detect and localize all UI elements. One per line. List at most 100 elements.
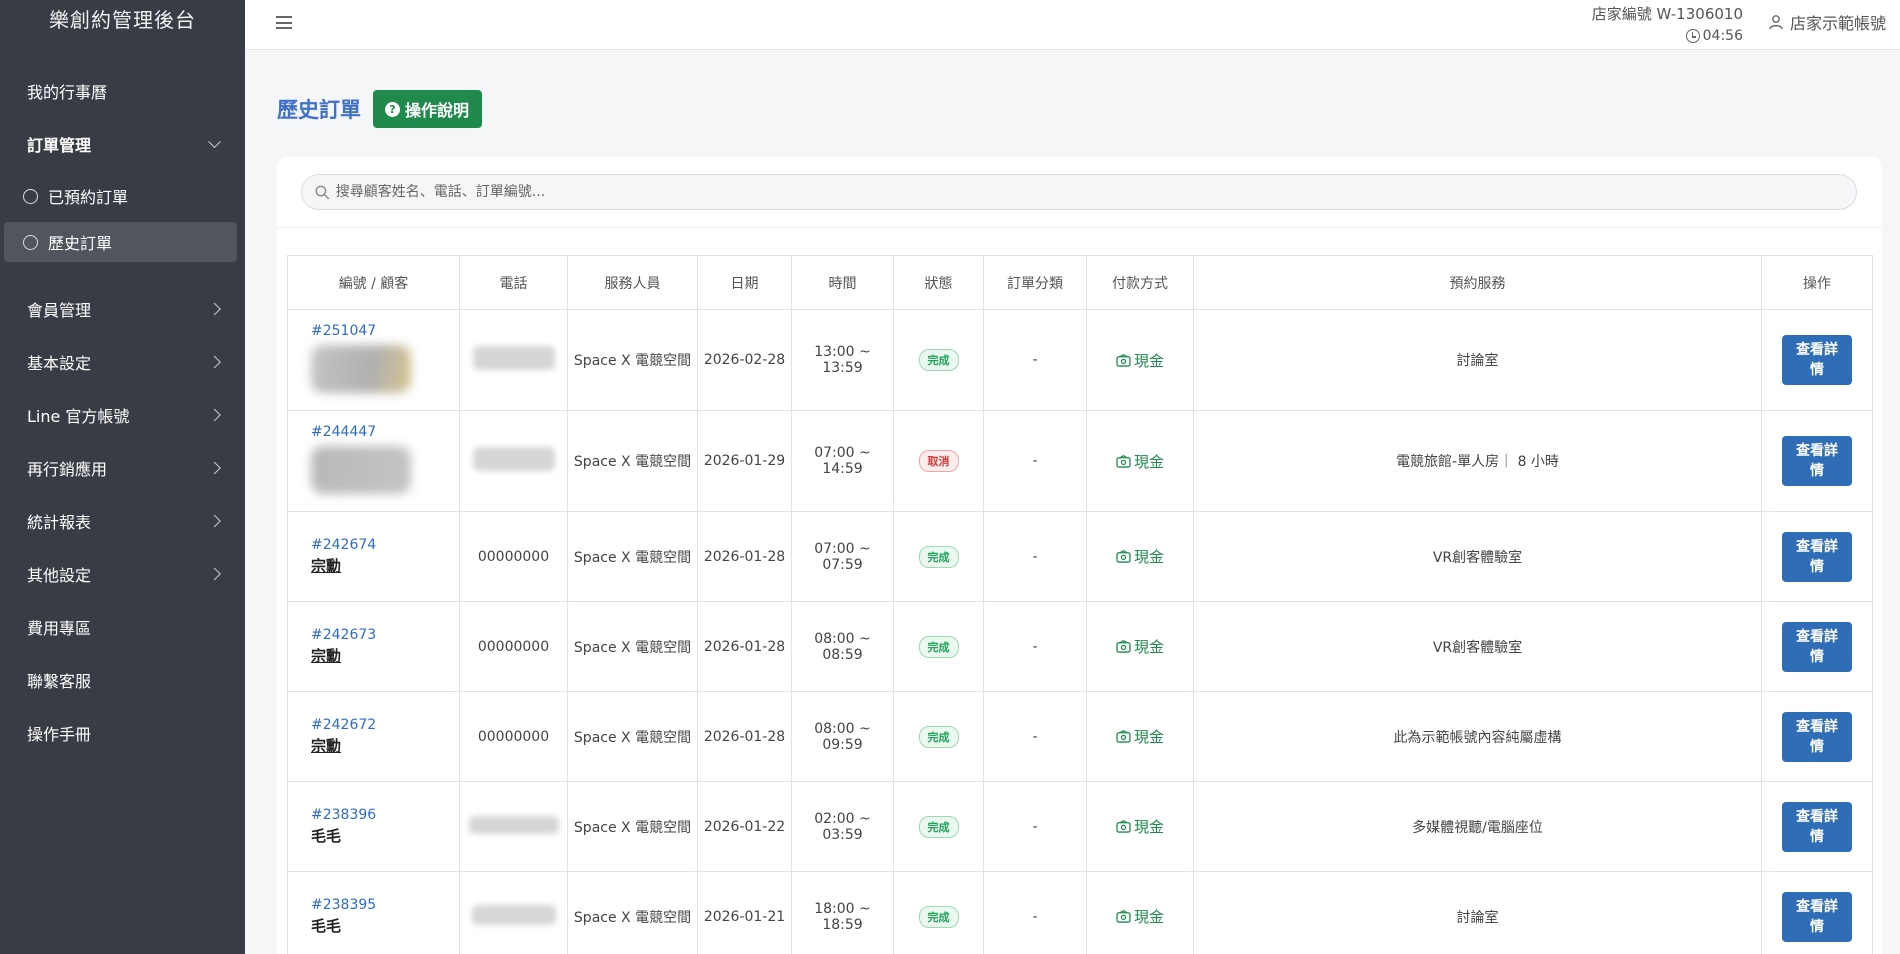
order-cell: #244447 bbox=[287, 410, 460, 512]
payment-method: 現金 bbox=[1116, 906, 1164, 927]
payment-label: 現金 bbox=[1133, 548, 1164, 566]
order-cell: #242674 宗勳 bbox=[287, 511, 460, 602]
payment-method: 現金 bbox=[1116, 350, 1164, 371]
view-details-button[interactable]: 查看詳情 bbox=[1782, 531, 1852, 582]
sidebar-item-label: 會員管理 bbox=[27, 300, 92, 320]
date-cell: 2026-01-28 bbox=[697, 691, 792, 782]
time-cell: 08:00 ~ 09:59 bbox=[791, 691, 894, 782]
sidebar-item-contact-support[interactable]: 聯繫客服 bbox=[0, 653, 245, 706]
redacted-customer bbox=[311, 345, 411, 393]
table-row: #238396 毛毛 Space X 電競空間 2026-01-22 02:00 … bbox=[287, 781, 1873, 872]
column-header: 付款方式 bbox=[1086, 255, 1194, 310]
view-details-button[interactable]: 查看詳情 bbox=[1782, 711, 1852, 762]
category-cell: - bbox=[983, 691, 1087, 782]
shop-id: 店家編號 W-1306010 bbox=[1591, 5, 1743, 23]
sidebar-item-label: 我的行事曆 bbox=[27, 82, 108, 102]
sidebar-item-label: 操作手冊 bbox=[27, 724, 92, 744]
payment-cell: 現金 bbox=[1086, 410, 1194, 512]
circle-icon bbox=[23, 188, 38, 204]
service-cell: 電競旅館-單人房｜ 8 小時 bbox=[1193, 410, 1762, 512]
view-details-button[interactable]: 查看詳情 bbox=[1782, 335, 1852, 385]
date-cell: 2026-02-28 bbox=[697, 309, 792, 411]
payment-cell: 現金 bbox=[1086, 871, 1194, 954]
page-title: 歷史訂單 bbox=[277, 98, 361, 122]
date-cell: 2026-01-28 bbox=[697, 601, 792, 692]
payment-method: 現金 bbox=[1116, 546, 1164, 567]
column-header: 編號 / 顧客 bbox=[287, 255, 460, 310]
staff-cell: Space X 電競空間 bbox=[567, 691, 698, 782]
order-cell: #251047 bbox=[287, 309, 460, 411]
app-title: 樂創約管理後台 bbox=[49, 8, 196, 32]
account-menu[interactable]: 店家示範帳號 bbox=[1768, 10, 1886, 34]
redacted-phone bbox=[472, 346, 555, 370]
sidebar-item-billing[interactable]: 費用專區 bbox=[0, 600, 245, 653]
order-number-link[interactable]: #242672 bbox=[311, 717, 459, 733]
sidebar-item-manual[interactable]: 操作手冊 bbox=[0, 706, 245, 759]
sidebar-item-label: 再行銷應用 bbox=[27, 459, 108, 479]
service-cell: VR創客體驗室 bbox=[1193, 601, 1762, 692]
order-number-link[interactable]: #242673 bbox=[311, 627, 459, 643]
order-number-link[interactable]: #238395 bbox=[311, 897, 459, 913]
sidebar-item-remarketing[interactable]: 再行銷應用 bbox=[0, 441, 245, 494]
top-bar: 店家編號 W-1306010 04:56 店家示範帳號 bbox=[245, 0, 1900, 50]
search-input[interactable] bbox=[335, 184, 1856, 200]
sidebar-item-line-official[interactable]: Line 官方帳號 bbox=[0, 388, 245, 441]
sidebar-item-members[interactable]: 會員管理 bbox=[0, 282, 245, 335]
view-details-button[interactable]: 查看詳情 bbox=[1782, 621, 1852, 672]
order-number-link[interactable]: #238396 bbox=[311, 807, 459, 823]
category-cell: - bbox=[983, 781, 1087, 872]
status-cell: 取消 bbox=[893, 410, 984, 512]
sidebar-item-history-orders[interactable]: 歷史訂單 bbox=[4, 222, 237, 262]
staff-cell: Space X 電競空間 bbox=[567, 511, 698, 602]
sidebar-item-label: 聯繫客服 bbox=[27, 671, 92, 691]
view-details-button[interactable]: 查看詳情 bbox=[1782, 801, 1852, 852]
payment-label: 現金 bbox=[1133, 728, 1164, 746]
sidebar-item-booked-orders[interactable]: 已預約訂單 bbox=[4, 176, 237, 216]
order-number-link[interactable]: #244447 bbox=[311, 424, 459, 440]
action-cell: 查看詳情 bbox=[1761, 781, 1873, 872]
column-header: 預約服務 bbox=[1193, 255, 1762, 310]
menu-toggle-icon[interactable] bbox=[276, 16, 292, 29]
customer-name[interactable]: 毛毛 bbox=[311, 917, 341, 935]
circle-icon bbox=[23, 234, 38, 250]
category-cell: - bbox=[983, 410, 1087, 512]
status-cell: 完成 bbox=[893, 511, 984, 602]
sidebar-item-label: 歷史訂單 bbox=[48, 234, 113, 253]
table-row: #242674 宗勳 00000000 Space X 電競空間 2026-01-… bbox=[287, 511, 1873, 602]
help-button[interactable]: ? 操作說明 bbox=[373, 90, 483, 128]
payment-label: 現金 bbox=[1133, 818, 1164, 836]
phone-cell bbox=[459, 871, 568, 954]
sidebar-item-reports[interactable]: 統計報表 bbox=[0, 494, 245, 547]
order-number-link[interactable]: #251047 bbox=[311, 323, 459, 339]
customer-name[interactable]: 宗勳 bbox=[311, 557, 341, 575]
sidebar-item-calendar[interactable]: 我的行事曆 bbox=[0, 64, 245, 117]
view-details-button[interactable]: 查看詳情 bbox=[1782, 436, 1852, 486]
session-time: 04:56 bbox=[1685, 25, 1743, 47]
category-cell: - bbox=[983, 601, 1087, 692]
sidebar-item-basic-settings[interactable]: 基本設定 bbox=[0, 335, 245, 388]
customer-name[interactable]: 毛毛 bbox=[311, 827, 341, 845]
action-cell: 查看詳情 bbox=[1761, 601, 1873, 692]
time-cell: 08:00 ~ 08:59 bbox=[791, 601, 894, 692]
orders-card: 編號 / 顧客 電話 服務人員 日期 時間 狀態 訂單分類 付款方式 預約服務 … bbox=[277, 157, 1882, 954]
customer-name[interactable]: 宗勳 bbox=[311, 737, 341, 755]
phone-cell bbox=[459, 309, 568, 411]
search-icon bbox=[315, 185, 330, 199]
redacted-customer bbox=[311, 446, 411, 494]
order-number-link[interactable]: #242674 bbox=[311, 537, 459, 553]
customer-name[interactable]: 宗勳 bbox=[311, 647, 341, 665]
cash-icon bbox=[1116, 820, 1131, 833]
sidebar-item-label: Line 官方帳號 bbox=[27, 406, 130, 426]
cash-icon bbox=[1116, 550, 1131, 563]
category-cell: - bbox=[983, 309, 1087, 411]
redacted-phone bbox=[468, 815, 559, 834]
table-header: 編號 / 顧客 電話 服務人員 日期 時間 狀態 訂單分類 付款方式 預約服務 … bbox=[287, 255, 1873, 310]
orders-table: 編號 / 顧客 電話 服務人員 日期 時間 狀態 訂單分類 付款方式 預約服務 … bbox=[287, 255, 1873, 954]
sidebar-item-order-management[interactable]: 訂單管理 bbox=[0, 117, 245, 170]
status-badge: 完成 bbox=[918, 635, 959, 658]
phone-cell bbox=[459, 781, 568, 872]
category-cell: - bbox=[983, 511, 1087, 602]
view-details-button[interactable]: 查看詳情 bbox=[1782, 891, 1852, 942]
date-cell: 2026-01-22 bbox=[697, 781, 792, 872]
sidebar-item-other-settings[interactable]: 其他設定 bbox=[0, 547, 245, 600]
